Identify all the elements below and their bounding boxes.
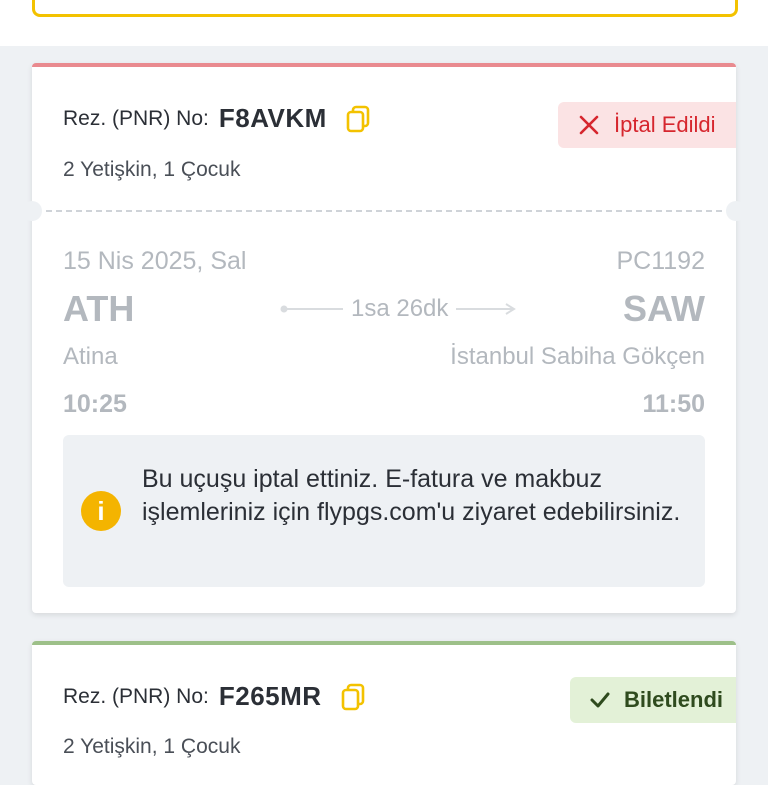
ticket-divider [46,210,722,212]
arrival-time: 11:50 [642,390,705,418]
destination-city: İstanbul Sabiha Gökçen [450,343,705,370]
check-icon [590,692,610,708]
departure-time: 10:25 [63,390,127,418]
ticket-notch-left [22,201,42,221]
status-label: İptal Edildi [614,112,716,137]
pnr-label: Rez. (PNR) No: [63,106,209,130]
info-icon: i [81,491,121,531]
ticket-notch-right [726,201,746,221]
booking-card-ticketed[interactable]: Rez. (PNR) No: F265MR Biletlendi 2 Yetiş… [32,641,736,785]
notice-text: Bu uçuşu iptal ettiniz. E-fatura ve makb… [142,465,681,526]
status-label: Biletlendi [624,687,724,712]
origin-code: ATH [63,288,135,329]
pnr-code: F265MR [218,681,322,711]
copy-icon[interactable] [345,105,371,133]
copy-icon[interactable] [340,683,366,711]
booking-card-cancelled[interactable]: Rez. (PNR) No: F8AVKM 2 Yetişkin, 1 Çocu… [22,63,746,613]
passenger-count: 2 Yetişkin, 1 Çocuk [63,735,241,758]
flight-number: PC1192 [616,247,706,275]
close-icon [579,115,599,135]
passenger-count: 2 Yetişkin, 1 Çocuk [63,158,241,181]
pnr-label: Rez. (PNR) No: [63,684,209,708]
pnr-code: F8AVKM [218,103,327,133]
cancellation-notice: i Bu uçuşu iptal ettiniz. E-fatura ve ma… [63,435,705,587]
top-section [0,0,768,46]
status-badge-cancelled: İptal Edildi [558,102,736,148]
highlight-box[interactable] [32,0,738,17]
flight-duration: 1sa 26dk [343,295,457,323]
origin-city: Atina [63,343,118,370]
status-badge-ticketed: Biletlendi [570,677,736,723]
flight-date: 15 Nis 2025, Sal [63,247,247,275]
pnr-row: Rez. (PNR) No: F8AVKM [63,103,371,134]
pnr-row: Rez. (PNR) No: F265MR [63,681,366,712]
destination-code: SAW [622,288,705,329]
